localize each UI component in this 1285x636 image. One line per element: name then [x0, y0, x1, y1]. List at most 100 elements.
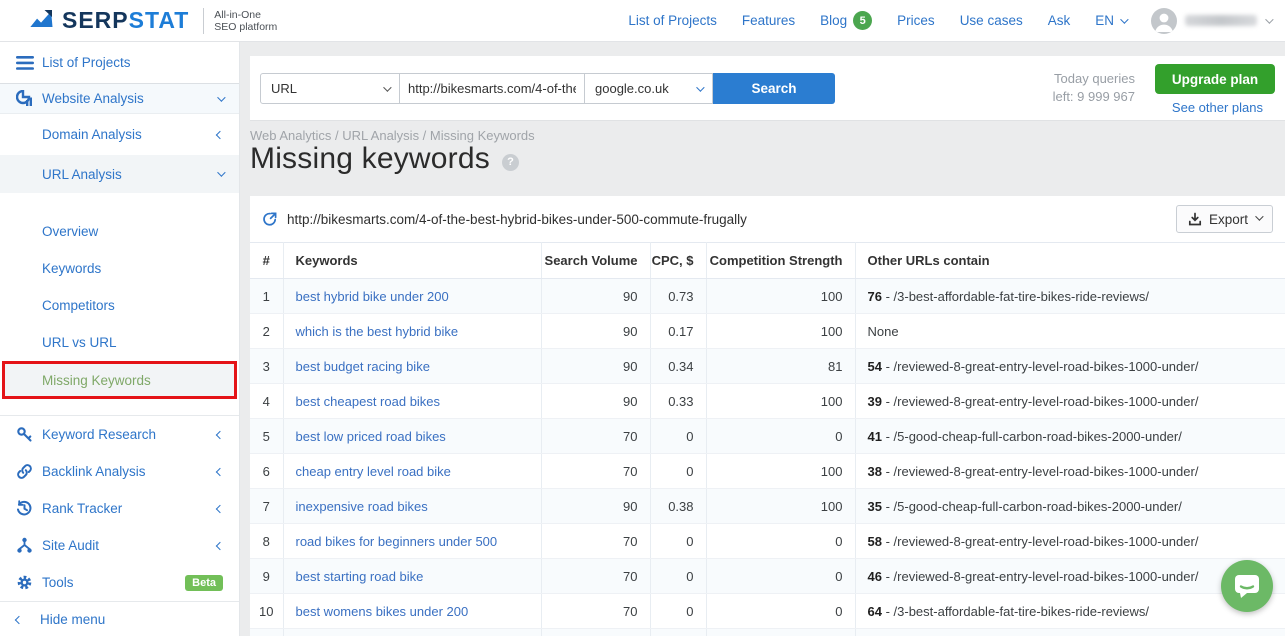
- table-row: 1 best hybrid bike under 200 90 0.73 100…: [250, 279, 1285, 314]
- sidebar-item-keywords[interactable]: Keywords: [0, 250, 239, 287]
- cpc-cell: 0: [650, 594, 706, 629]
- nav-list-of-projects[interactable]: List of Projects: [628, 13, 717, 28]
- nav-prices[interactable]: Prices: [897, 13, 935, 28]
- chat-widget-button[interactable]: [1221, 560, 1273, 612]
- nav-ask[interactable]: Ask: [1048, 13, 1071, 28]
- competition-cell: 81: [706, 349, 855, 384]
- queries-quota: Today queries left: 9 999 967: [1053, 70, 1135, 106]
- sidebar: List of Projects Website Analysis Domain…: [0, 42, 240, 636]
- other-urls-cell: 76 - /3-best-affordable-fat-tire-bikes-r…: [855, 279, 1285, 314]
- cpc-cell: 0.38: [650, 489, 706, 524]
- key-icon: [16, 426, 42, 443]
- nav-use-cases[interactable]: Use cases: [960, 13, 1023, 28]
- keyword-link[interactable]: best starting road bike: [296, 569, 424, 584]
- upgrade-plan-button[interactable]: Upgrade plan: [1155, 64, 1275, 94]
- keyword-cell: best hybrid bike under 200: [283, 279, 541, 314]
- competition-cell: 100: [706, 314, 855, 349]
- analyzed-url-row: http://bikesmarts.com/4-of-the-best-hybr…: [250, 196, 1285, 242]
- search-volume-cell: 90: [541, 314, 650, 349]
- nav-blog[interactable]: Blog 5: [820, 11, 872, 30]
- sidebar-item-competitors[interactable]: Competitors: [0, 287, 239, 324]
- language-selector[interactable]: EN: [1095, 13, 1126, 28]
- history-clock-icon: [16, 500, 42, 517]
- chevron-left-icon: [216, 430, 224, 438]
- analyzed-url[interactable]: http://bikesmarts.com/4-of-the-best-hybr…: [287, 212, 747, 227]
- user-menu[interactable]: [1151, 8, 1271, 34]
- see-other-plans-link[interactable]: See other plans: [1172, 100, 1263, 115]
- table-row: 5 best low priced road bikes 70 0 0 41 -…: [250, 419, 1285, 454]
- search-button[interactable]: Search: [713, 73, 835, 104]
- chevron-left-icon: [216, 541, 224, 549]
- gear-icon: [16, 574, 42, 591]
- row-number: 3: [250, 349, 283, 384]
- chat-bubble-icon: [1234, 574, 1260, 598]
- sidebar-item-website-analysis[interactable]: Website Analysis: [0, 84, 239, 114]
- sidebar-item-tools[interactable]: Tools Beta: [0, 564, 239, 601]
- keyword-link[interactable]: best low priced road bikes: [296, 429, 446, 444]
- keyword-link[interactable]: inexpensive road bikes: [296, 499, 428, 514]
- search-type-select[interactable]: URL: [260, 73, 400, 104]
- sidebar-item-hide-menu[interactable]: Hide menu: [0, 601, 239, 636]
- download-icon: [1188, 212, 1202, 226]
- column-header-num: #: [250, 243, 283, 279]
- sidebar-item-url-analysis[interactable]: URL Analysis: [0, 155, 239, 193]
- help-icon[interactable]: ?: [502, 154, 519, 171]
- keyword-link[interactable]: cheap entry level road bike: [296, 464, 451, 479]
- results-card: http://bikesmarts.com/4-of-the-best-hybr…: [250, 196, 1285, 636]
- search-volume-cell: 90: [541, 349, 650, 384]
- keyword-link[interactable]: best cheapest road bikes: [296, 394, 441, 409]
- page-title: Missing keywords: [250, 142, 490, 176]
- search-volume-cell: 70: [541, 454, 650, 489]
- keyword-cell: best starting road bike: [283, 559, 541, 594]
- table-row: 2 which is the best hybrid bike 90 0.17 …: [250, 314, 1285, 349]
- row-number: 4: [250, 384, 283, 419]
- export-button[interactable]: Export: [1176, 205, 1273, 233]
- keyword-link[interactable]: which is the best hybrid bike: [296, 324, 459, 339]
- table-row: 3 best budget racing bike 90 0.34 81 54 …: [250, 349, 1285, 384]
- brand-tagline: All-in-OneSEO platform: [214, 9, 277, 33]
- main-content: URL google.co.uk Search Today queries le…: [240, 42, 1285, 636]
- table-row: 9 best starting road bike 70 0 0 46 - /r…: [250, 559, 1285, 594]
- sidebar-item-list-of-projects[interactable]: List of Projects: [0, 42, 239, 84]
- sidebar-item-missing-keywords[interactable]: Missing Keywords: [42, 373, 151, 388]
- sidebar-item-site-audit[interactable]: Site Audit: [0, 527, 239, 564]
- other-urls-cell: 64 - /3-best-affordable-fat-tire-bikes-r…: [855, 594, 1285, 629]
- sidebar-item-rank-tracker[interactable]: Rank Tracker: [0, 490, 239, 527]
- logo[interactable]: SERPSTAT All-in-OneSEO platform: [0, 7, 300, 34]
- chevron-left-icon: [216, 504, 224, 512]
- sidebar-item-overview[interactable]: Overview: [0, 213, 239, 250]
- keyword-link[interactable]: best womens bikes under 200: [296, 604, 469, 619]
- sidebar-item-keyword-research[interactable]: Keyword Research: [0, 416, 239, 453]
- missing-keywords-highlight[interactable]: Missing Keywords: [2, 361, 237, 399]
- search-volume-cell: 70: [541, 419, 650, 454]
- search-input[interactable]: [400, 73, 585, 104]
- keyword-link[interactable]: best budget racing bike: [296, 359, 430, 374]
- nav-features[interactable]: Features: [742, 13, 795, 28]
- sidebar-item-backlink-analysis[interactable]: Backlink Analysis: [0, 453, 239, 490]
- column-header-competition: Competition Strength: [706, 243, 855, 279]
- row-number: 7: [250, 489, 283, 524]
- column-header-other-urls: Other URLs contain: [855, 243, 1285, 279]
- search-engine-select[interactable]: google.co.uk: [585, 73, 713, 104]
- breadcrumb[interactable]: Web Analytics / URL Analysis / Missing K…: [250, 128, 535, 143]
- serpstat-logo-icon: [28, 9, 54, 33]
- sidebar-item-url-vs-url[interactable]: URL vs URL: [0, 324, 239, 361]
- link-icon: [16, 463, 42, 480]
- keyword-link[interactable]: road bikes for beginners under 500: [296, 534, 498, 549]
- top-bar: SERPSTAT All-in-OneSEO platform List of …: [0, 0, 1285, 42]
- other-urls-cell: 58 - /reviewed-8-great-entry-level-road-…: [855, 524, 1285, 559]
- user-name-redacted: [1185, 15, 1257, 26]
- table-row: 4 best cheapest road bikes 90 0.33 100 3…: [250, 384, 1285, 419]
- row-number: 6: [250, 454, 283, 489]
- external-link-icon: [262, 211, 278, 227]
- column-header-cpc: CPC, $: [650, 243, 706, 279]
- serpstat-app: SERPSTAT All-in-OneSEO platform List of …: [0, 0, 1285, 636]
- table-row-partial: [250, 629, 1285, 636]
- row-number: 10: [250, 594, 283, 629]
- chevron-left-icon: [216, 467, 224, 475]
- keyword-cell: best low priced road bikes: [283, 419, 541, 454]
- competition-cell: 0: [706, 594, 855, 629]
- search-volume-cell: 90: [541, 384, 650, 419]
- sidebar-item-domain-analysis[interactable]: Domain Analysis: [0, 114, 239, 155]
- keyword-link[interactable]: best hybrid bike under 200: [296, 289, 449, 304]
